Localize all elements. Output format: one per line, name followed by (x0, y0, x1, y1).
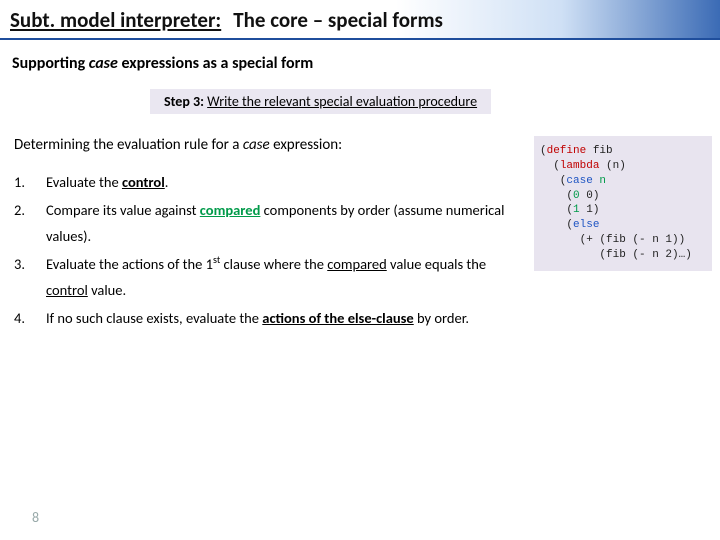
step-box: Step 3: Write the relevant special evalu… (150, 89, 491, 114)
body-text: Determining the evaluation rule for a ca… (14, 132, 528, 334)
rule-heading: Determining the evaluation rule for a ca… (14, 132, 528, 159)
title-part2: The core – special forms (233, 7, 443, 33)
list-item: 2. Compare its value against compared co… (14, 197, 528, 249)
list-item: 1. Evaluate the control. (14, 169, 528, 195)
subtitle: Supporting case expressions as a special… (0, 40, 720, 79)
page-number: 8 (32, 509, 39, 526)
title-part1: Subt. model interpreter: (10, 7, 221, 33)
list-item: 4. If no such clause exists, evaluate th… (14, 305, 528, 331)
list-item: 3. Evaluate the actions of the 1st claus… (14, 251, 528, 303)
title-bar: Subt. model interpreter: The core – spec… (0, 0, 720, 40)
code-block: (define fib (lambda (n) (case n (0 0) (1… (534, 136, 712, 271)
